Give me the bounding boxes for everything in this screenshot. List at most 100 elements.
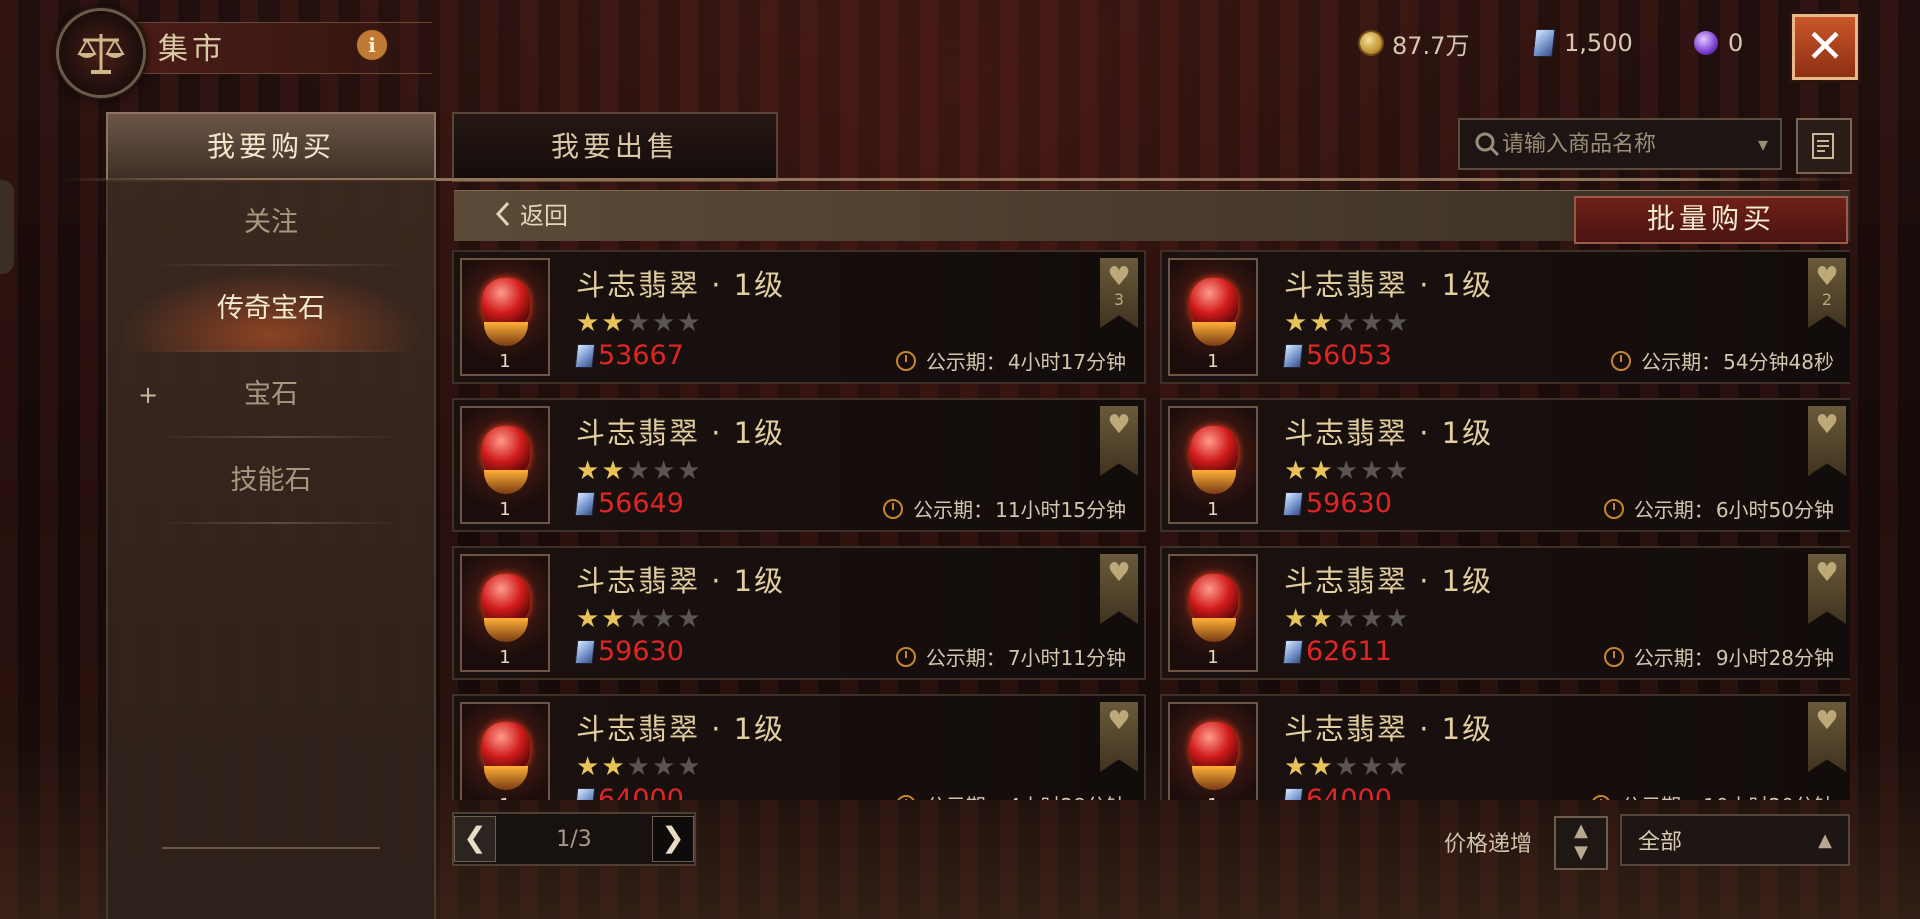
listing-card[interactable]: 1 斗志翡翠 · 1级 ★★★★★ 56649 公示期： 11小时15分钟 ♥ xyxy=(452,398,1146,532)
star-filled-icon: ★ xyxy=(601,604,627,634)
back-button[interactable]: 返回 xyxy=(494,196,568,231)
timer-label: 公示期： xyxy=(1633,498,1714,522)
info-icon[interactable]: i xyxy=(355,28,389,62)
search-dropdown-icon[interactable]: ▾ xyxy=(1758,132,1768,156)
next-page-button[interactable]: ❯ xyxy=(652,816,694,862)
star-empty-icon: ★ xyxy=(651,456,678,486)
favorite-button[interactable]: ♥ xyxy=(1100,406,1138,476)
favorite-button[interactable]: ♥ xyxy=(1808,702,1846,772)
item-price: 56053 xyxy=(1282,340,1392,371)
favorite-button[interactable]: ♥ 3 xyxy=(1100,258,1138,328)
star-filled-icon: ★ xyxy=(1284,308,1310,338)
listing-card[interactable]: 1 斗志翡翠 · 1级 ★★★★★ 59630 公示期： 7小时11分钟 ♥ xyxy=(452,546,1146,680)
star-rating: ★★★★★ xyxy=(576,456,703,486)
side-edge-handle[interactable] xyxy=(0,180,14,274)
gem-slot[interactable]: 1 xyxy=(1168,554,1258,672)
timer-value: 10小时20分钟 xyxy=(1703,790,1834,800)
filter-dropdown[interactable]: 全部 ▲ xyxy=(1620,814,1850,866)
timer-value: 4小时17分钟 xyxy=(1007,350,1126,374)
gold-amount: 87.7万 xyxy=(1392,31,1470,60)
red-gem-icon xyxy=(1190,426,1238,476)
star-filled-icon: ★ xyxy=(1309,308,1335,338)
stopwatch-icon xyxy=(1603,646,1624,667)
chevron-up-icon: ▲ xyxy=(1818,829,1832,851)
item-price: 56649 xyxy=(574,488,684,519)
listing-card[interactable]: 1 斗志翡翠 · 1级 ★★★★★ 56053 公示期： 54分钟48秒 ♥ 2 xyxy=(1160,250,1850,384)
favorite-button[interactable]: ♥ 2 xyxy=(1808,258,1846,328)
star-empty-icon: ★ xyxy=(626,604,652,634)
market-scales-icon xyxy=(56,8,146,98)
favorite-button[interactable]: ♥ xyxy=(1100,702,1138,772)
star-empty-icon: ★ xyxy=(1334,308,1360,338)
close-button[interactable]: ✕ xyxy=(1792,14,1858,80)
pagination: ❮ 1/3 ❯ xyxy=(452,812,696,866)
page-indicator: 1/3 xyxy=(556,826,592,852)
crystal-amount: 1,500 xyxy=(1564,29,1633,57)
price-value: 56053 xyxy=(1306,340,1392,371)
heart-icon: ♥ xyxy=(1815,706,1839,736)
timer-label: 公示期： xyxy=(1633,646,1714,670)
heart-icon: ♥ xyxy=(1107,558,1131,588)
price-value: 59630 xyxy=(598,636,684,667)
star-empty-icon: ★ xyxy=(1334,604,1360,634)
gem-setting xyxy=(1192,766,1236,790)
gem-slot[interactable]: 1 xyxy=(460,554,550,672)
gem-setting xyxy=(1192,470,1236,494)
history-button[interactable] xyxy=(1796,118,1852,174)
listing-grid: 1 斗志翡翠 · 1级 ★★★★★ 53667 公示期： 4小时17分钟 ♥ 3 1 斗志翡翠 ·… xyxy=(452,250,1850,800)
sidebar-item-legendary-gems[interactable]: 传奇宝石 xyxy=(108,266,434,352)
listing-card[interactable]: 1 斗志翡翠 · 1级 ★★★★★ 59630 公示期： 6小时50分钟 ♥ xyxy=(1160,398,1850,532)
listing-card[interactable]: 1 斗志翡翠 · 1级 ★★★★★ 62611 公示期： 9小时28分钟 ♥ xyxy=(1160,546,1850,680)
search-box[interactable]: ▾ xyxy=(1458,118,1782,170)
heart-icon: ♥ xyxy=(1815,262,1839,292)
stopwatch-icon xyxy=(1603,498,1624,519)
sort-toggle-button[interactable]: ▲▼ xyxy=(1554,816,1608,870)
prev-page-button[interactable]: ❮ xyxy=(454,816,496,862)
star-filled-icon: ★ xyxy=(601,308,627,338)
listing-timer: 公示期： 6小时50分钟 xyxy=(1603,494,1834,523)
item-price: 53667 xyxy=(574,340,684,371)
item-name: 斗志翡翠 · 1级 xyxy=(1284,564,1494,598)
favorite-button[interactable]: ♥ xyxy=(1808,554,1846,624)
item-quantity: 1 xyxy=(1207,351,1219,372)
listing-timer: 公示期： 54分钟48秒 xyxy=(1611,346,1834,375)
favorite-button[interactable]: ♥ xyxy=(1100,554,1138,624)
listing-card[interactable]: 1斗志翡翠 · 1级★★★★★64000公示期：4小时28分钟♥ xyxy=(452,694,1146,800)
listing-card[interactable]: 1斗志翡翠 · 1级★★★★★64000公示期：10小时20分钟♥ xyxy=(1160,694,1850,800)
item-quantity: 1 xyxy=(499,499,511,520)
gem-slot[interactable]: 1 xyxy=(1168,702,1258,800)
expand-plus-icon[interactable]: + xyxy=(138,352,158,438)
timer-value: 9小时28分钟 xyxy=(1715,646,1834,670)
tab-sell[interactable]: 我要出售 xyxy=(452,112,778,182)
gem-slot[interactable]: 1 xyxy=(1168,406,1258,524)
heart-icon: ♥ xyxy=(1815,410,1839,440)
tab-buy[interactable]: 我要购买 xyxy=(106,112,436,182)
bulk-buy-button[interactable]: 批量购买 xyxy=(1574,196,1848,244)
star-empty-icon: ★ xyxy=(1359,604,1386,634)
red-gem-icon xyxy=(1190,722,1238,772)
sidebar-item-skill-stones[interactable]: 技能石 xyxy=(108,438,434,524)
gem-slot[interactable]: 1 xyxy=(460,258,550,376)
sidebar-item-gems[interactable]: + 宝石 xyxy=(108,352,434,438)
star-empty-icon: ★ xyxy=(677,752,703,782)
star-empty-icon: ★ xyxy=(1385,456,1411,486)
gem-slot[interactable]: 1 xyxy=(460,406,550,524)
item-name: 斗志翡翠 · 1级 xyxy=(576,268,786,302)
sidebar-item-label: 宝石 xyxy=(244,379,298,410)
search-input[interactable] xyxy=(1500,130,1724,158)
sidebar-item-follow[interactable]: 关注 xyxy=(108,180,434,266)
category-sidebar: 关注 传奇宝石 + 宝石 技能石 xyxy=(106,180,436,919)
item-quantity: 1 xyxy=(1207,499,1219,520)
sort-arrows-icon: ▲▼ xyxy=(1574,820,1588,863)
gem-slot[interactable]: 1 xyxy=(1168,258,1258,376)
listing-card[interactable]: 1 斗志翡翠 · 1级 ★★★★★ 53667 公示期： 4小时17分钟 ♥ 3 xyxy=(452,250,1146,384)
orb-amount: 0 xyxy=(1728,29,1744,57)
favorite-button[interactable]: ♥ xyxy=(1808,406,1846,476)
gold-currency: 87.7万 xyxy=(1360,26,1469,60)
gem-setting xyxy=(484,470,528,494)
star-filled-icon: ★ xyxy=(1284,604,1310,634)
filter-value: 全部 xyxy=(1638,830,1683,855)
star-filled-icon: ★ xyxy=(1284,752,1310,782)
price-value: 64000 xyxy=(598,784,684,800)
gem-slot[interactable]: 1 xyxy=(460,702,550,800)
